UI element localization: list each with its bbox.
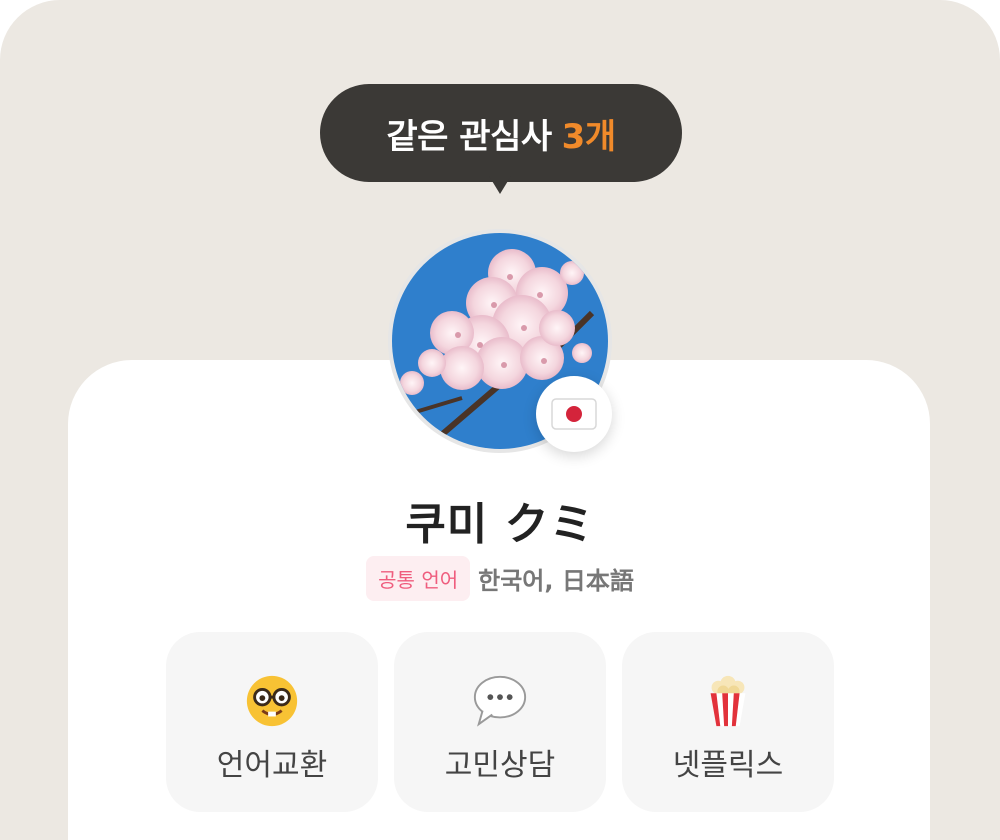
profile-card-frame: 같은 관심사 3개 쿠미 クミ 공통 언어 한국어, 日本語 언어교환 고민상담… (0, 0, 1000, 840)
interest-tile-netflix[interactable]: 넷플릭스 (622, 632, 834, 812)
common-language-label: 공통 언어 (366, 556, 471, 601)
japan-flag-icon (536, 376, 612, 452)
interest-label: 넷플릭스 (672, 748, 784, 783)
nerd-face-icon (246, 675, 298, 727)
interest-label: 고민상담 (444, 748, 556, 783)
interest-tile-counseling[interactable]: 고민상담 (394, 632, 606, 812)
shared-interests-count: 3개 (561, 116, 616, 157)
speech-bubble-icon (473, 675, 527, 727)
interest-tiles: 언어교환 고민상담 넷플릭스 (166, 632, 834, 812)
profile-name: 쿠미 クミ (405, 499, 595, 550)
common-language-value: 한국어, 日本語 (478, 567, 634, 595)
popcorn-icon (710, 675, 746, 727)
interest-label: 언어교환 (216, 748, 328, 783)
badge-pointer (489, 176, 511, 194)
shared-interests-badge: 같은 관심사 3개 (320, 84, 682, 182)
common-language-row: 공통 언어 한국어, 日本語 (0, 556, 1000, 601)
shared-interests-text: 같은 관심사 (386, 116, 552, 157)
interest-tile-language-exchange[interactable]: 언어교환 (166, 632, 378, 812)
